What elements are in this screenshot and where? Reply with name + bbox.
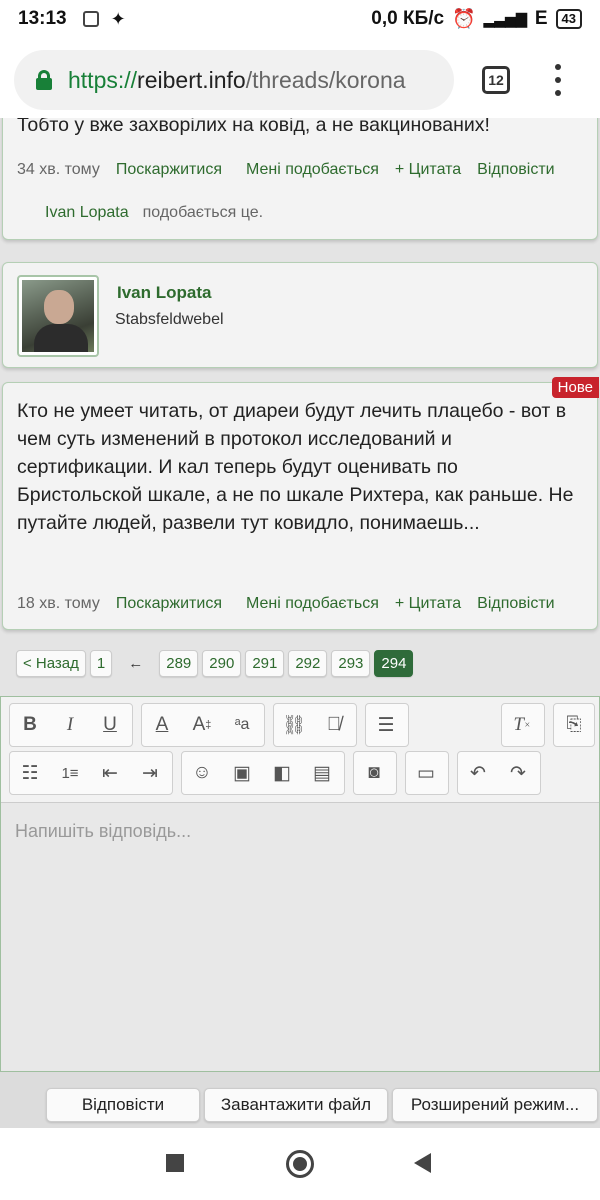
- image-icon[interactable]: ▣: [222, 752, 262, 794]
- page-current: 294: [374, 650, 414, 677]
- status-bar: 13:13 ✦ 0,0 КБ/с ⏰ ▂▃▅▇ E 43: [0, 0, 600, 38]
- reply-link[interactable]: Відповісти: [477, 161, 554, 179]
- like-link[interactable]: Мені подобається: [246, 161, 379, 179]
- quote-link[interactable]: + Цитата: [395, 595, 461, 613]
- tab-switcher-button[interactable]: 12: [482, 66, 510, 94]
- status-time: 13:13: [18, 8, 67, 29]
- unlink-icon[interactable]: ⛓̸: [314, 704, 354, 746]
- history-group: ↶ ↷: [457, 751, 541, 795]
- back-icon[interactable]: [414, 1153, 431, 1173]
- pagination: < Назад 1 ← 289 290 291 292 293 294: [16, 650, 414, 677]
- post-time[interactable]: 18 хв. тому: [17, 595, 100, 613]
- post-time[interactable]: 34 хв. тому: [17, 161, 100, 179]
- advanced-mode-button[interactable]: Розширений режим...: [392, 1088, 598, 1122]
- page-link[interactable]: 290: [202, 650, 242, 677]
- bold-icon[interactable]: B: [10, 704, 50, 746]
- bullet-list-icon[interactable]: ☷: [10, 752, 50, 794]
- post-meta: 18 хв. тому Поскаржитися Мені подобаєтьс…: [3, 595, 555, 613]
- avatar[interactable]: [17, 275, 99, 357]
- code-icon[interactable]: ▤: [302, 752, 342, 794]
- like-link[interactable]: Мені подобається: [246, 595, 379, 613]
- list-group: ☷ 1≡ ⇤ ⇥: [9, 751, 173, 795]
- signal-icon: ▂▃▅▇: [483, 10, 527, 27]
- reply-link[interactable]: Відповісти: [477, 595, 554, 613]
- page-link[interactable]: 292: [288, 650, 328, 677]
- page-link[interactable]: 289: [159, 650, 199, 677]
- prev-page-button[interactable]: < Назад: [16, 650, 86, 677]
- page-first[interactable]: 1: [89, 650, 113, 677]
- numbered-list-icon[interactable]: 1≡: [50, 752, 90, 794]
- home-icon[interactable]: [286, 1150, 314, 1178]
- link-group: ⛓ ⛓̸: [273, 703, 357, 747]
- user-rank: Stabsfeldwebel: [115, 311, 224, 328]
- quote-link[interactable]: + Цитата: [395, 161, 461, 179]
- media-icon[interactable]: ◧: [262, 752, 302, 794]
- photo-group: ◙: [353, 751, 397, 795]
- link-icon[interactable]: ⛓: [274, 704, 314, 746]
- post-card: Нове Кто не умеет читать, от диареи буду…: [2, 377, 599, 630]
- upload-file-button[interactable]: Завантажити файл: [204, 1088, 388, 1122]
- format-group: B I U: [9, 703, 133, 747]
- user-card: Ivan Lopata Stabsfeldwebel: [2, 262, 598, 368]
- undo-icon[interactable]: ↶: [458, 752, 498, 794]
- text-color-icon[interactable]: A: [142, 704, 182, 746]
- editor-actions: Відповісти Завантажити файл Розширений р…: [0, 1072, 600, 1128]
- address-bar[interactable]: https://reibert.info/threads/korona: [14, 50, 454, 110]
- network-type: E: [534, 8, 548, 29]
- page-link[interactable]: 291: [245, 650, 285, 677]
- report-link[interactable]: Поскаржитися: [116, 595, 222, 613]
- page-jump-arrow[interactable]: ←: [128, 655, 143, 672]
- post-text: Тобто у вже захворілих на ковід, а не ва…: [17, 118, 490, 136]
- lock-icon: [36, 70, 52, 90]
- net-speed: 0,0 КБ/с: [371, 8, 445, 29]
- reply-editor: B I U A A ‡ ᵃa ⛓ ⛓̸ ☰ T × ⎘ ☷ 1≡ ⇤ ⇥ ☺ ▣…: [0, 696, 600, 1072]
- overflow-menu-icon[interactable]: [548, 64, 568, 96]
- liker-link[interactable]: Ivan Lopata: [45, 204, 129, 221]
- avast-icon: ✦: [110, 8, 126, 29]
- redo-icon[interactable]: ↷: [498, 752, 538, 794]
- remove-format-icon[interactable]: T ×: [502, 704, 542, 746]
- recents-icon[interactable]: [166, 1154, 184, 1172]
- username[interactable]: Ivan Lopata: [117, 283, 211, 303]
- avatar-image: [22, 280, 94, 352]
- post-text: Кто не умеет читать, от диареи будут леч…: [17, 400, 574, 534]
- align-group: ☰: [365, 703, 409, 747]
- save-draft-icon[interactable]: ▭: [406, 752, 446, 794]
- bbcode-toggle-icon[interactable]: ⎘: [554, 704, 594, 746]
- font-size-icon[interactable]: A ‡: [182, 704, 222, 746]
- new-badge: Нове: [551, 377, 599, 398]
- system-nav-bar: [0, 1128, 600, 1200]
- browser-toolbar: https://reibert.info/threads/korona 12: [0, 38, 600, 118]
- page-link[interactable]: 293: [331, 650, 371, 677]
- reply-input[interactable]: Напишіть відповідь...: [15, 821, 191, 842]
- camera-icon[interactable]: ◙: [354, 752, 394, 794]
- clear-format-group: T ×: [501, 703, 545, 747]
- post-card: Тобто у вже захворілих на ковід, а не ва…: [2, 118, 598, 240]
- url-text: https://reibert.info/threads/korona: [68, 66, 406, 93]
- font-family-icon[interactable]: ᵃa: [222, 704, 262, 746]
- save-group: ▭: [405, 751, 449, 795]
- toggle-bbcode-group: ⎘: [553, 703, 595, 747]
- likes-suffix: подобається це.: [142, 204, 264, 221]
- nfc-icon: [82, 11, 99, 27]
- battery-icon: 43: [555, 9, 582, 29]
- insert-group: ☺ ▣ ◧ ▤: [181, 751, 345, 795]
- likes-summary: Ivan Lopata подобається це.: [3, 204, 597, 222]
- submit-reply-button[interactable]: Відповісти: [46, 1088, 200, 1122]
- report-link[interactable]: Поскаржитися: [116, 161, 222, 179]
- post-meta: 34 хв. тому Поскаржитися Мені подобаєтьс…: [3, 161, 597, 179]
- underline-icon[interactable]: U: [90, 704, 130, 746]
- thread-content: Тобто у вже захворілих на ковід, а не ва…: [0, 118, 600, 1128]
- alarm-icon: ⏰: [452, 9, 476, 30]
- editor-toolbar: B I U A A ‡ ᵃa ⛓ ⛓̸ ☰ T × ⎘ ☷ 1≡ ⇤ ⇥ ☺ ▣…: [1, 697, 599, 803]
- smiley-icon[interactable]: ☺: [182, 752, 222, 794]
- outdent-icon[interactable]: ⇤: [90, 752, 130, 794]
- text-style-group: A A ‡ ᵃa: [141, 703, 265, 747]
- align-icon[interactable]: ☰: [366, 704, 406, 746]
- italic-icon[interactable]: I: [50, 704, 90, 746]
- indent-icon[interactable]: ⇥: [130, 752, 170, 794]
